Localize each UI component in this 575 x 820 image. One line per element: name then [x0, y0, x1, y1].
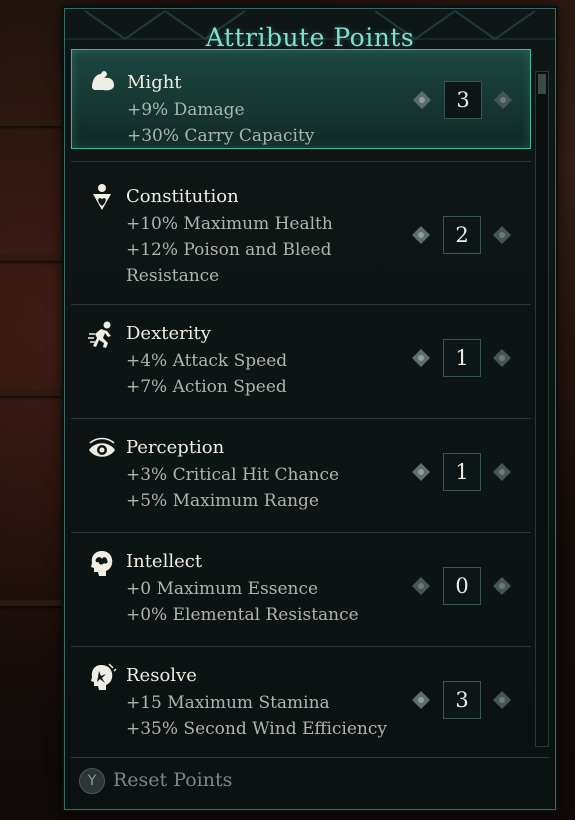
attribute-desc-line: Resistance [126, 266, 220, 286]
scrollbar[interactable] [535, 71, 549, 747]
eye-icon [87, 435, 117, 465]
increase-button[interactable] [492, 89, 514, 111]
decrease-button[interactable] [410, 575, 432, 597]
increase-button[interactable] [491, 689, 513, 711]
attribute-row-constitution[interactable]: Constitution +10% Maximum Health +12% Po… [71, 162, 531, 304]
increase-button[interactable] [491, 224, 513, 246]
attribute-desc-line: +4% Attack Speed [126, 351, 288, 371]
attribute-desc-line: +30% Carry Capacity [127, 126, 315, 146]
attribute-name: Might [127, 72, 182, 93]
attribute-name: Perception [126, 437, 225, 458]
attribute-value: 3 [443, 681, 481, 719]
increase-button[interactable] [491, 461, 513, 483]
attribute-desc-line: +5% Maximum Range [126, 491, 319, 511]
attribute-desc-line: +9% Damage [127, 100, 245, 120]
attribute-desc-line: +0% Elemental Resistance [126, 605, 359, 625]
decrease-button[interactable] [411, 89, 433, 111]
attribute-desc-line: +7% Action Speed [126, 377, 287, 397]
attribute-name: Dexterity [126, 323, 211, 344]
bookshelf-edge [0, 390, 64, 396]
attribute-desc-line: +15 Maximum Stamina [126, 693, 330, 713]
bookshelf-edge [0, 600, 64, 606]
attribute-desc-line: +0 Maximum Essence [126, 579, 319, 599]
increase-button[interactable] [491, 575, 513, 597]
attribute-value: 3 [444, 81, 482, 119]
reset-points-button[interactable]: Y Reset Points [71, 757, 549, 804]
attribute-value: 1 [443, 339, 481, 377]
attribute-row-intellect[interactable]: Intellect +0 Maximum Essence +0% Element… [71, 533, 531, 645]
running-figure-icon [87, 320, 117, 350]
attribute-panel: Attribute Points Might +9% Damage +30% C… [64, 8, 556, 810]
attribute-value: 1 [443, 453, 481, 491]
brain-head-icon [87, 548, 117, 578]
attribute-desc-line: +12% Poison and Bleed [126, 240, 332, 260]
heart-body-icon [87, 182, 117, 212]
attribute-desc-line: +10% Maximum Health [126, 214, 333, 234]
attribute-list: Might +9% Damage +30% Carry Capacity 3 C… [71, 49, 531, 749]
attribute-value: 2 [443, 216, 481, 254]
reset-points-label: Reset Points [113, 769, 233, 791]
attribute-desc-line: +3% Critical Hit Chance [126, 465, 340, 485]
attribute-row-might[interactable]: Might +9% Damage +30% Carry Capacity 3 [71, 49, 531, 149]
bookshelf-edge [0, 255, 64, 261]
attribute-row-dexterity[interactable]: Dexterity +4% Attack Speed +7% Action Sp… [71, 305, 531, 417]
decrease-button[interactable] [410, 461, 432, 483]
panel-title: Attribute Points [205, 23, 415, 52]
attribute-row-perception[interactable]: Perception +3% Critical Hit Chance +5% M… [71, 419, 531, 531]
resolve-head-icon [87, 662, 117, 692]
attribute-name: Intellect [126, 551, 203, 572]
y-button-icon: Y [79, 768, 105, 794]
attribute-name: Resolve [126, 665, 197, 686]
decrease-button[interactable] [410, 347, 432, 369]
scrollbar-thumb[interactable] [538, 74, 546, 94]
bookshelf-edge [0, 120, 64, 126]
attribute-desc-line: +35% Second Wind Efficiency [126, 719, 387, 739]
increase-button[interactable] [491, 347, 513, 369]
flexed-arm-icon [88, 66, 118, 96]
attribute-row-resolve[interactable]: Resolve +15 Maximum Stamina +35% Second … [71, 647, 531, 749]
attribute-name: Constitution [126, 186, 239, 207]
attribute-value: 0 [443, 567, 481, 605]
decrease-button[interactable] [410, 224, 432, 246]
decrease-button[interactable] [410, 689, 432, 711]
